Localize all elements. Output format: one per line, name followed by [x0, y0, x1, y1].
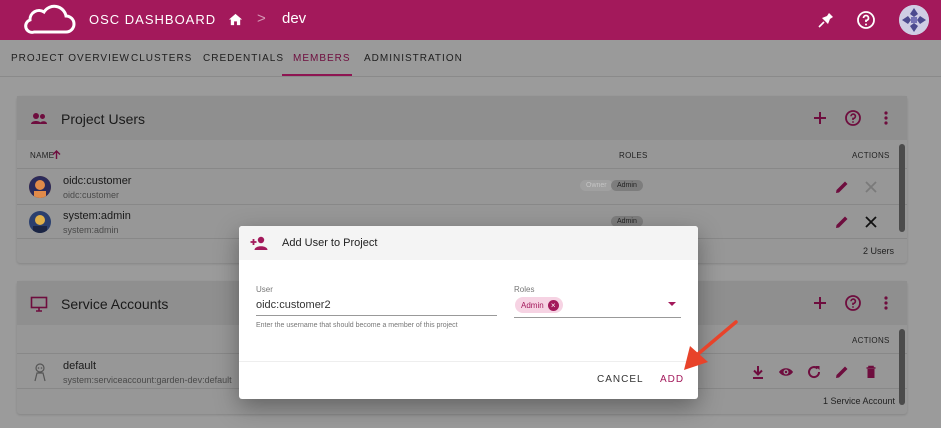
- app-title: OSC DASHBOARD: [89, 12, 217, 27]
- user-avatar-icon: [29, 176, 51, 198]
- help-icon[interactable]: [844, 294, 862, 312]
- user-input[interactable]: oidc:customer2: [256, 299, 331, 311]
- table-row: oidc:customer oidc:customer Owner Admin: [17, 168, 907, 204]
- cloud-logo-icon[interactable]: [22, 4, 76, 36]
- column-header-actions: ACTIONS: [852, 151, 890, 160]
- breadcrumb-separator: >: [257, 10, 266, 27]
- column-header-name[interactable]: NAME: [30, 151, 54, 160]
- add-icon[interactable]: [811, 294, 829, 312]
- roles-select-underline[interactable]: [514, 317, 681, 318]
- user-name: system:admin: [63, 210, 131, 222]
- role-chip-owner: Owner: [580, 180, 613, 191]
- service-account-name: default: [63, 360, 97, 372]
- tab-credentials[interactable]: CREDENTIALS: [203, 53, 284, 64]
- add-user-dialog: Add User to Project User oidc:customer2 …: [239, 226, 698, 399]
- avatar-pattern-icon: [899, 5, 929, 35]
- tab-bar: PROJECT OVERVIEW CLUSTERS CREDENTIALS ME…: [0, 40, 941, 77]
- breadcrumb-project[interactable]: dev: [282, 10, 306, 27]
- monitor-icon: [30, 296, 48, 312]
- role-chip-label: Admin: [521, 300, 544, 310]
- refresh-icon[interactable]: [806, 364, 822, 380]
- user-input-underline: [256, 315, 497, 316]
- more-vert-icon[interactable]: [877, 109, 895, 127]
- sort-arrow-up-icon[interactable]: [52, 150, 61, 160]
- tab-administration[interactable]: ADMINISTRATION: [364, 53, 463, 64]
- tab-project-overview[interactable]: PROJECT OVERVIEW: [11, 53, 130, 64]
- dialog-header: Add User to Project: [239, 226, 698, 260]
- scrollbar[interactable]: [899, 329, 905, 405]
- chevron-down-icon[interactable]: [668, 302, 676, 306]
- pin-icon[interactable]: [816, 10, 836, 30]
- add-button[interactable]: ADD: [660, 374, 684, 385]
- service-accounts-title: Service Accounts: [61, 296, 169, 312]
- edit-icon[interactable]: [834, 364, 850, 380]
- users-icon: [31, 113, 47, 124]
- user-sub: oidc:customer: [63, 190, 120, 200]
- cancel-button[interactable]: CANCEL: [597, 374, 644, 385]
- role-chip-admin: Admin: [611, 180, 643, 191]
- more-vert-icon[interactable]: [877, 294, 895, 312]
- user-input-hint: Enter the username that should become a …: [256, 322, 458, 329]
- column-header-roles: ROLES: [619, 151, 648, 160]
- delete-icon[interactable]: [863, 364, 879, 380]
- close-icon[interactable]: [863, 179, 879, 195]
- avatar: [29, 176, 51, 198]
- user-sub: system:admin: [63, 225, 119, 235]
- active-tab-indicator: [282, 74, 352, 76]
- service-accounts-count: 1 Service Account: [823, 396, 896, 406]
- robot-icon: [34, 363, 46, 382]
- tab-members[interactable]: MEMBERS: [293, 53, 351, 64]
- tab-clusters[interactable]: CLUSTERS: [131, 53, 192, 64]
- dialog-divider: [239, 361, 698, 362]
- help-icon[interactable]: [844, 109, 862, 127]
- edit-icon[interactable]: [834, 179, 850, 195]
- edit-icon[interactable]: [834, 214, 850, 230]
- chip-remove-icon[interactable]: ×: [547, 299, 559, 311]
- user-avatar-icon: [29, 211, 51, 233]
- add-icon[interactable]: [811, 109, 829, 127]
- service-account-sub: system:serviceaccount:garden-dev:default: [63, 375, 232, 385]
- project-users-title: Project Users: [61, 111, 146, 127]
- person-add-icon: [250, 236, 268, 250]
- home-icon[interactable]: [228, 12, 243, 27]
- roles-field-label: Roles: [514, 285, 535, 294]
- download-icon[interactable]: [750, 364, 766, 380]
- user-field-label: User: [256, 285, 273, 294]
- column-header-actions: ACTIONS: [852, 336, 890, 345]
- annotation-arrow-icon: [684, 320, 738, 370]
- avatar: [29, 211, 51, 233]
- role-chip-admin: Admin ×: [515, 297, 563, 313]
- user-name: oidc:customer: [63, 175, 132, 187]
- users-count: 2 Users: [863, 246, 895, 256]
- avatar[interactable]: [899, 5, 929, 35]
- help-icon[interactable]: [856, 10, 876, 30]
- app-header: OSC DASHBOARD > dev: [0, 0, 941, 40]
- close-icon[interactable]: [863, 214, 879, 230]
- scrollbar[interactable]: [899, 144, 905, 232]
- dialog-title: Add User to Project: [282, 237, 378, 249]
- project-users-header: Project Users: [17, 96, 907, 140]
- eye-icon[interactable]: [778, 364, 794, 380]
